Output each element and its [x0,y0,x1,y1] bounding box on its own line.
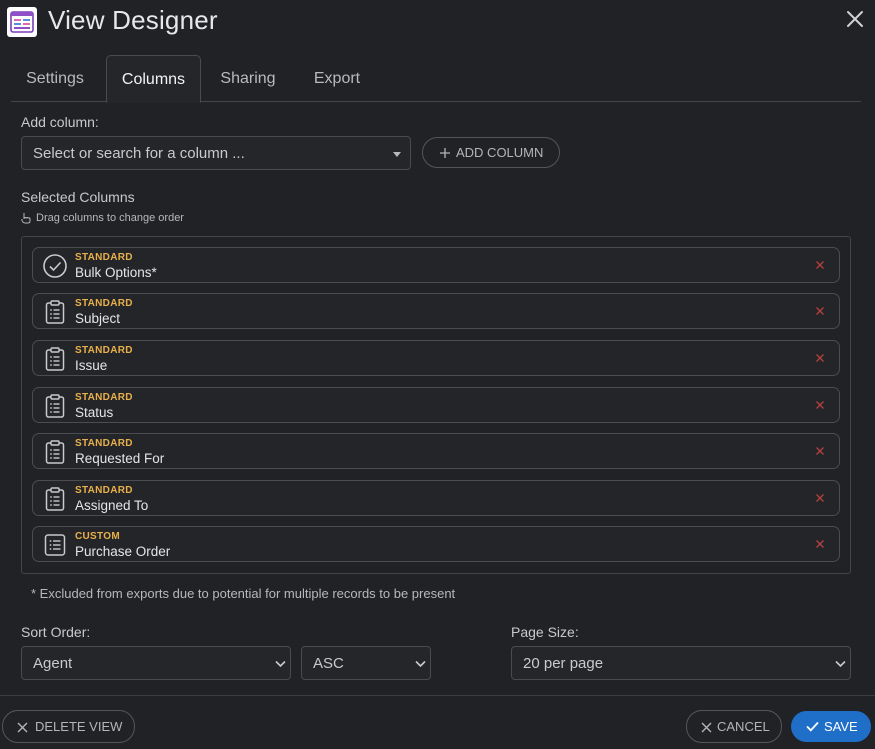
caret-down-icon [393,152,401,157]
remove-column-icon[interactable] [813,398,827,412]
check-circle-icon [43,254,67,278]
delete-view-button[interactable]: DELETE VIEW [2,710,135,743]
column-type-label: STANDARD [75,298,133,309]
page-size-value: 20 per page [523,655,604,672]
column-name: Status [75,405,114,420]
hand-pointer-icon [21,213,31,224]
clipboard-list-icon [45,347,65,371]
tab-sharing[interactable]: Sharing [210,55,286,102]
tab-settings[interactable]: Settings [11,55,99,102]
page-size-select[interactable]: 20 per page [511,646,851,680]
selected-columns-heading: Selected Columns [21,189,135,205]
column-search-select[interactable]: Select or search for a column ... [21,136,411,170]
tab-export[interactable]: Export [300,55,374,102]
column-name: Subject [75,311,121,326]
column-type-label: STANDARD [75,345,133,356]
column-item-purchase-order[interactable]: CUSTOM Purchase Order [32,526,840,562]
sort-direction-select[interactable]: ASC [301,646,431,680]
add-column-button-label: ADD COLUMN [456,145,544,160]
footer-divider [0,695,875,696]
clipboard-list-icon [45,487,65,511]
column-search-placeholder: Select or search for a column ... [33,145,245,162]
clipboard-list-icon [45,394,65,418]
column-name: Requested For [75,451,165,466]
column-name: Assigned To [75,498,149,513]
column-item-status[interactable]: STANDARD Status [32,387,840,423]
view-designer-icon [7,7,37,37]
cancel-label: CANCEL [717,719,770,734]
column-type-label: STANDARD [75,438,133,449]
column-type-label: STANDARD [75,485,133,496]
plus-icon [440,148,450,158]
delete-view-label: DELETE VIEW [35,719,123,734]
sort-field-value: Agent [33,655,73,672]
column-item-bulk-options[interactable]: STANDARD Bulk Options* [32,247,840,283]
column-item-requested-for[interactable]: STANDARD Requested For [32,433,840,469]
remove-column-icon[interactable] [813,258,827,272]
sort-field-select[interactable]: Agent [21,646,291,680]
list-box-icon [44,534,66,556]
column-item-subject[interactable]: STANDARD Subject [32,293,840,329]
add-column-button[interactable]: ADD COLUMN [422,137,560,168]
column-name: Purchase Order [75,544,171,559]
add-column-label: Add column: [21,114,99,130]
save-button[interactable]: SAVE [791,711,871,742]
selected-columns-list: STANDARD Bulk Options* STANDARD Subject … [21,236,851,574]
remove-column-icon[interactable] [813,537,827,551]
check-icon [806,721,819,732]
column-name: Issue [75,358,108,373]
sort-direction-value: ASC [313,655,344,672]
tab-columns[interactable]: Columns [106,55,201,103]
remove-column-icon[interactable] [813,351,827,365]
column-type-label: CUSTOM [75,531,120,542]
chevron-down-icon [415,660,426,668]
close-icon [17,722,28,733]
chevron-down-icon [275,660,286,668]
column-type-label: STANDARD [75,392,133,403]
remove-column-icon[interactable] [813,444,827,458]
page-size-label: Page Size: [511,624,579,640]
close-icon[interactable] [843,7,867,31]
drag-hint: Drag columns to change order [36,212,184,224]
close-icon [701,722,712,733]
column-item-issue[interactable]: STANDARD Issue [32,340,840,376]
export-footnote: * Excluded from exports due to potential… [31,586,456,601]
tab-bar: Settings Columns Sharing Export [11,55,861,103]
remove-column-icon[interactable] [813,304,827,318]
remove-column-icon[interactable] [813,491,827,505]
save-label: SAVE [824,719,858,734]
dialog-title: View Designer [48,5,218,35]
column-name: Bulk Options* [75,265,157,280]
title-bar: View Designer [0,0,875,46]
cancel-button[interactable]: CANCEL [686,710,782,743]
chevron-down-icon [835,660,846,668]
column-type-label: STANDARD [75,252,133,263]
sort-order-label: Sort Order: [21,624,91,640]
clipboard-list-icon [45,440,65,464]
clipboard-list-icon [45,300,65,324]
column-item-assigned-to[interactable]: STANDARD Assigned To [32,480,840,516]
